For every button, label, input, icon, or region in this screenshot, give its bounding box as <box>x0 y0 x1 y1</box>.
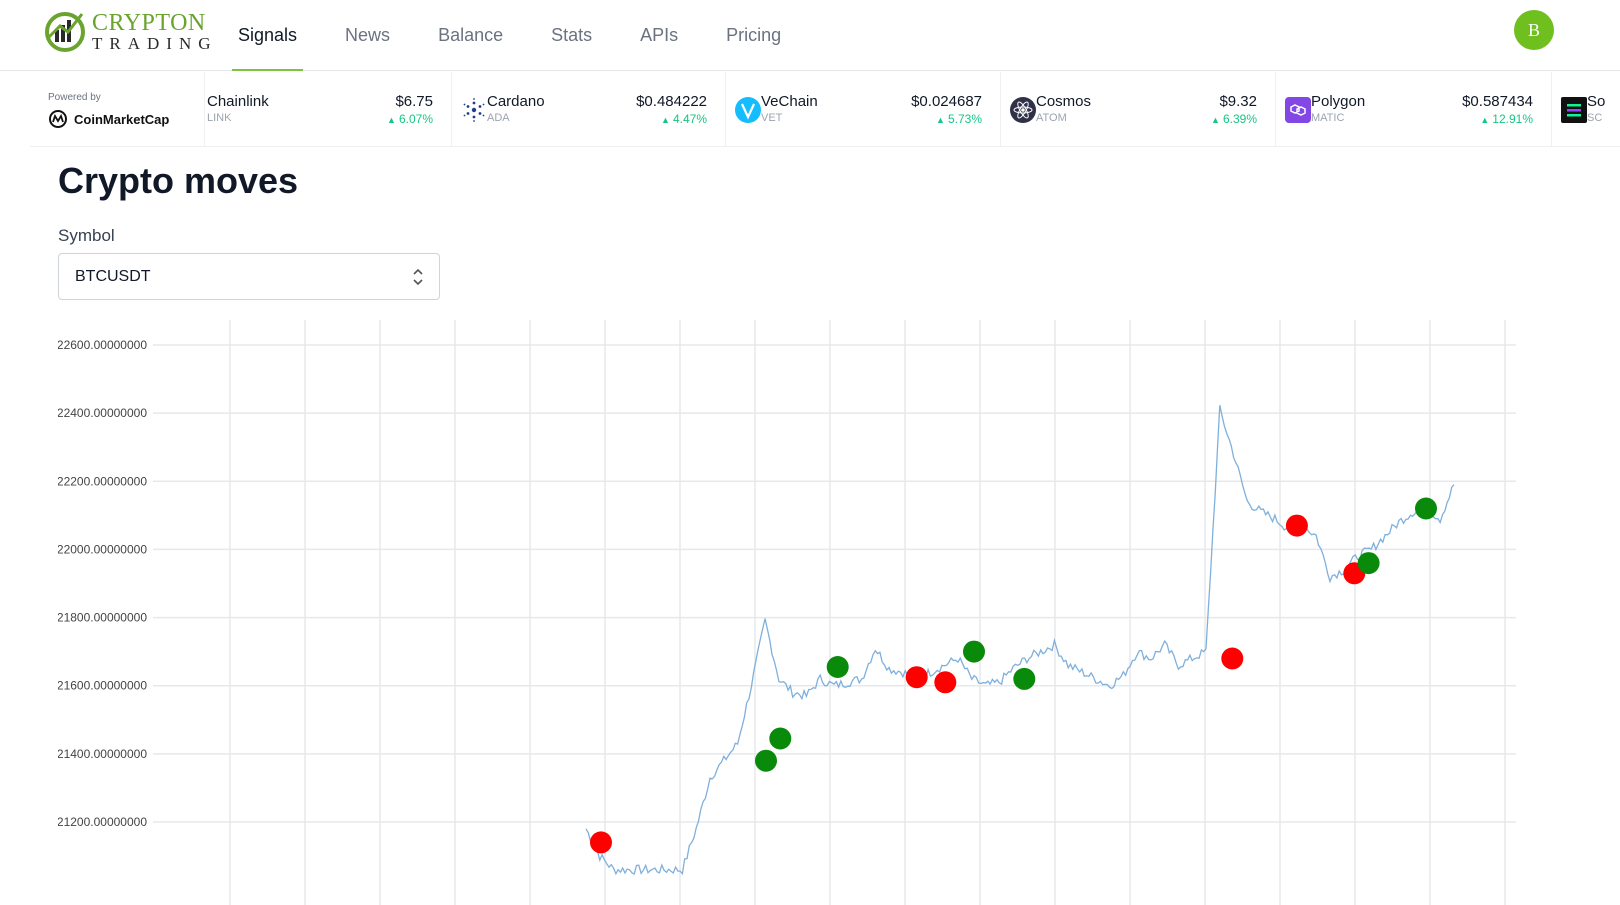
coin-symbol: ADA <box>487 112 510 124</box>
coin-name: Cosmos <box>1036 93 1092 110</box>
coin-symbol: SC <box>1587 112 1603 124</box>
crypton-logo-icon <box>45 12 85 52</box>
buy-signal-marker[interactable] <box>826 656 849 678</box>
symbol-select[interactable]: BTCUSDT <box>58 253 440 300</box>
coin-item[interactable]: VeChain VET $0.024687 ▲ 5.73% <box>726 72 1001 146</box>
user-avatar[interactable]: B <box>1514 10 1554 50</box>
up-arrow-icon: ▲ <box>936 115 945 125</box>
provider-name: CoinMarketCap <box>74 111 170 127</box>
coin-name: Polygon <box>1311 93 1366 110</box>
y-tick-label: 21400.00000000 <box>58 747 147 761</box>
coin-price: $0.024687 <box>911 93 982 110</box>
logo-text-top: CRYPTON <box>92 10 206 36</box>
coin-price: $6.75 <box>395 93 433 110</box>
up-arrow-icon: ▲ <box>1211 115 1220 125</box>
up-arrow-icon: ▲ <box>387 115 396 125</box>
coin-list: Chainlink LINK $6.75 ▲ 6.07% Cardano ADA … <box>207 72 1620 146</box>
up-arrow-icon: ▲ <box>1480 115 1490 125</box>
solana-icon <box>1561 97 1587 123</box>
up-arrow-icon: ▲ <box>661 115 670 125</box>
coinmarketcap-icon <box>49 110 67 128</box>
sell-signal-marker[interactable] <box>1285 514 1308 537</box>
coin-change: ▲ 12.91% <box>1480 112 1533 126</box>
nav-news[interactable]: News <box>321 0 414 71</box>
coin-change: ▲ 4.47% <box>661 112 707 126</box>
buy-signal-marker[interactable] <box>1415 497 1437 520</box>
price-chart: 22600.00000000 22400.00000000 22200.000000… <box>58 320 1578 905</box>
y-tick-label: 22400.00000000 <box>58 406 147 420</box>
cosmos-icon <box>1010 97 1036 123</box>
sell-signal-marker[interactable] <box>905 666 928 689</box>
nav-apis[interactable]: APIs <box>616 0 702 71</box>
top-navbar: CRYPTON TRADING Signals News Balance Sta… <box>0 0 1620 71</box>
sell-signal-marker[interactable] <box>1221 647 1244 670</box>
buy-signal-marker[interactable] <box>1357 552 1380 575</box>
polygon-icon <box>1285 97 1311 123</box>
coin-change: ▲ 6.39% <box>1211 112 1257 126</box>
coin-price: $0.587434 <box>1462 93 1533 110</box>
sell-signal-marker[interactable] <box>934 671 957 694</box>
buy-signal-marker[interactable] <box>769 727 792 750</box>
y-tick-label: 22000.00000000 <box>58 542 147 556</box>
buy-signal-marker[interactable] <box>963 640 985 663</box>
coin-item[interactable]: Chainlink LINK $6.75 ▲ 6.07% <box>207 72 452 146</box>
price-ticker: Powered by CoinMarketCap Chainlink LINK … <box>30 72 1620 147</box>
coin-item[interactable]: So SC <box>1552 72 1620 146</box>
coin-price: $0.484222 <box>636 93 707 110</box>
nav-balance[interactable]: Balance <box>414 0 527 71</box>
coin-name: So <box>1587 93 1606 110</box>
price-chart-svg: 22600.00000000 22400.00000000 22200.000000… <box>58 320 1516 905</box>
powered-by-label: Powered by <box>48 92 101 103</box>
y-tick-label: 22600.00000000 <box>58 338 147 352</box>
y-tick-label: 22200.00000000 <box>58 474 147 488</box>
page-title: Crypto moves <box>58 160 299 201</box>
price-line <box>585 405 1455 876</box>
nav-stats[interactable]: Stats <box>527 0 616 71</box>
powered-by[interactable]: Powered by CoinMarketCap <box>48 92 208 129</box>
coin-symbol: LINK <box>207 112 232 124</box>
nav-signals[interactable]: Signals <box>214 0 321 71</box>
coin-symbol: ATOM <box>1036 112 1067 124</box>
coin-item[interactable]: Cardano ADA $0.484222 ▲ 4.47% <box>452 72 726 146</box>
cardano-icon <box>463 98 485 122</box>
coin-name: VeChain <box>761 93 818 110</box>
y-tick-label: 21200.00000000 <box>58 815 147 829</box>
coin-symbol: MATIC <box>1311 112 1345 124</box>
nav-pricing[interactable]: Pricing <box>702 0 805 71</box>
buy-signal-marker[interactable] <box>1013 667 1036 690</box>
vechain-icon <box>735 97 761 123</box>
sell-signal-marker[interactable] <box>590 831 612 854</box>
symbol-select-value: BTCUSDT <box>75 268 151 285</box>
symbol-label: Symbol <box>58 226 115 245</box>
coin-change: ▲ 6.07% <box>387 112 433 126</box>
coin-name: Cardano <box>487 93 545 110</box>
logo-text-bottom: TRADING <box>92 34 218 53</box>
buy-signal-marker[interactable] <box>755 749 777 772</box>
crypton-logo[interactable]: CRYPTON TRADING <box>42 8 211 54</box>
coin-price: $9.32 <box>1219 93 1257 110</box>
coin-item[interactable]: Polygon MATIC $0.587434 ▲ 12.91% <box>1276 72 1552 146</box>
y-tick-label: 21800.00000000 <box>58 611 147 625</box>
coin-change: ▲ 5.73% <box>936 112 982 126</box>
coin-symbol: VET <box>761 112 783 124</box>
main-nav: Signals News Balance Stats APIs Pricing <box>214 0 805 71</box>
select-updown-icon <box>413 268 423 286</box>
y-tick-label: 21600.00000000 <box>58 679 147 693</box>
coinmarketcap-logo: CoinMarketCap <box>48 109 208 129</box>
coin-item[interactable]: Cosmos ATOM $9.32 ▲ 6.39% <box>1001 72 1276 146</box>
ticker-divider <box>204 72 205 146</box>
coin-name: Chainlink <box>207 93 269 110</box>
